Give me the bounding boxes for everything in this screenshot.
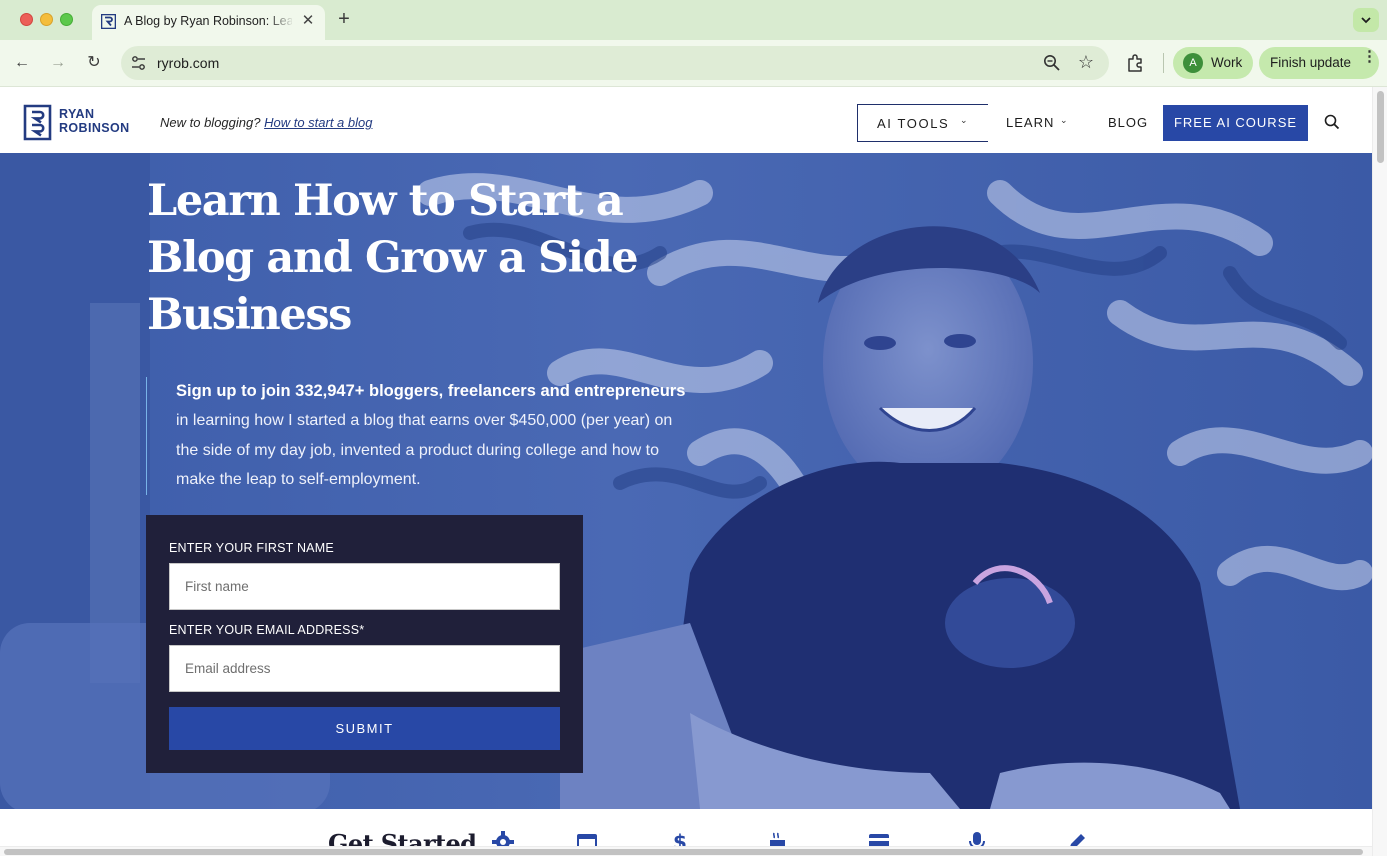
calendar-icon[interactable] xyxy=(576,831,598,846)
hero-intro-body: in learning how I started a blog that ea… xyxy=(176,412,673,488)
first-name-label: ENTER YOUR FIRST NAME xyxy=(169,541,334,555)
svg-text:$: $ xyxy=(673,831,687,846)
close-window-button[interactable] xyxy=(20,13,33,26)
search-icon[interactable] xyxy=(1323,113,1341,131)
bookmark-star-icon[interactable]: ☆ xyxy=(1075,51,1097,73)
tab-search-button[interactable] xyxy=(1353,8,1379,32)
site-favicon-icon xyxy=(101,14,116,29)
more-menu-icon[interactable]: ⋮ xyxy=(1362,49,1377,72)
reload-button[interactable]: ↻ xyxy=(83,52,105,74)
free-ai-course-button[interactable]: FREE AI COURSE xyxy=(1163,105,1308,141)
email-label: ENTER YOUR EMAIL ADDRESS* xyxy=(169,623,365,637)
tab-title-fade xyxy=(267,11,295,33)
hero-intro: Sign up to join 332,947+ bloggers, freel… xyxy=(146,377,706,495)
chevron-down-icon[interactable]: ⌄ xyxy=(1060,115,1068,126)
chevron-down-icon: ⌄ xyxy=(960,115,968,125)
email-field[interactable] xyxy=(169,645,560,692)
submit-button[interactable]: SUBMIT xyxy=(169,707,560,750)
zoom-icon[interactable] xyxy=(1042,53,1062,73)
horizontal-scrollbar[interactable] xyxy=(0,846,1372,856)
site-header: RYAN ROBINSON New to blogging? How to st… xyxy=(0,87,1372,153)
signup-form: ENTER YOUR FIRST NAME ENTER YOUR EMAIL A… xyxy=(146,515,583,773)
minimize-window-button[interactable] xyxy=(40,13,53,26)
profile-label: Work xyxy=(1211,55,1243,70)
back-button[interactable]: ← xyxy=(11,52,33,74)
gear-icon[interactable] xyxy=(492,831,514,846)
browser-tab-active[interactable]: A Blog by Ryan Robinson: Learn How to St… xyxy=(92,5,325,40)
how-to-start-blog-link[interactable]: How to start a blog xyxy=(264,115,372,130)
vertical-scrollbar[interactable] xyxy=(1372,87,1387,856)
logo-line-2: ROBINSON xyxy=(59,121,130,135)
credit-card-icon[interactable] xyxy=(868,831,890,846)
logo-line-1: RYAN xyxy=(59,107,95,121)
microphone-icon[interactable] xyxy=(966,831,988,846)
new-tab-button[interactable]: + xyxy=(334,9,354,29)
ryan-robinson-logo-icon[interactable] xyxy=(23,104,52,141)
hero-intro-bold: Sign up to join 332,947+ bloggers, freel… xyxy=(176,382,686,400)
avatar: A xyxy=(1183,53,1203,73)
coffee-icon[interactable] xyxy=(768,831,790,846)
pencil-icon[interactable] xyxy=(1066,831,1088,846)
address-bar[interactable]: ryrob.com ☆ xyxy=(121,46,1109,80)
tagline-prefix: New to blogging? xyxy=(160,115,261,130)
nav-blog[interactable]: BLOG xyxy=(1108,115,1148,130)
profile-button[interactable]: A Work xyxy=(1173,47,1253,79)
url-text: ryrob.com xyxy=(157,55,220,71)
finish-update-label: Finish update xyxy=(1270,55,1352,70)
browser-titlebar: A Blog by Ryan Robinson: Learn How to St… xyxy=(0,0,1387,40)
get-started-heading: Get Started xyxy=(328,829,477,846)
maximize-window-button[interactable] xyxy=(60,13,73,26)
page-viewport: RYAN ROBINSON New to blogging? How to st… xyxy=(0,87,1372,846)
first-name-field[interactable] xyxy=(169,563,560,610)
toolbar-divider xyxy=(1163,53,1164,73)
hero-title: Learn How to Start a Blog and Grow a Sid… xyxy=(147,176,639,340)
dollar-icon[interactable]: $ xyxy=(668,831,690,846)
finish-update-button[interactable]: Finish update ⋮ xyxy=(1259,47,1379,79)
horizontal-scrollbar-thumb[interactable] xyxy=(4,849,1363,855)
nav-learn[interactable]: LEARN xyxy=(1006,115,1054,130)
nav-ai-tools[interactable]: AI TOOLS ⌄ xyxy=(857,104,988,142)
nav-ai-tools-label: AI TOOLS xyxy=(877,116,950,131)
get-started-strip: Get Started $ xyxy=(0,809,1372,846)
vertical-scrollbar-thumb[interactable] xyxy=(1377,91,1384,163)
forward-button[interactable]: → xyxy=(47,52,69,74)
chevron-down-icon xyxy=(1361,17,1371,24)
logo-wordmark[interactable]: RYAN ROBINSON xyxy=(59,107,130,135)
browser-toolbar: ← → ↻ ryrob.com ☆ A Work Finish update ⋮ xyxy=(0,40,1387,87)
site-settings-icon[interactable] xyxy=(129,53,149,73)
hero-section: Learn How to Start a Blog and Grow a Sid… xyxy=(0,153,1372,809)
header-tagline: New to blogging? How to start a blog xyxy=(160,115,372,130)
extensions-puzzle-icon[interactable] xyxy=(1125,52,1147,74)
close-tab-icon[interactable]: ✕ xyxy=(299,12,317,30)
